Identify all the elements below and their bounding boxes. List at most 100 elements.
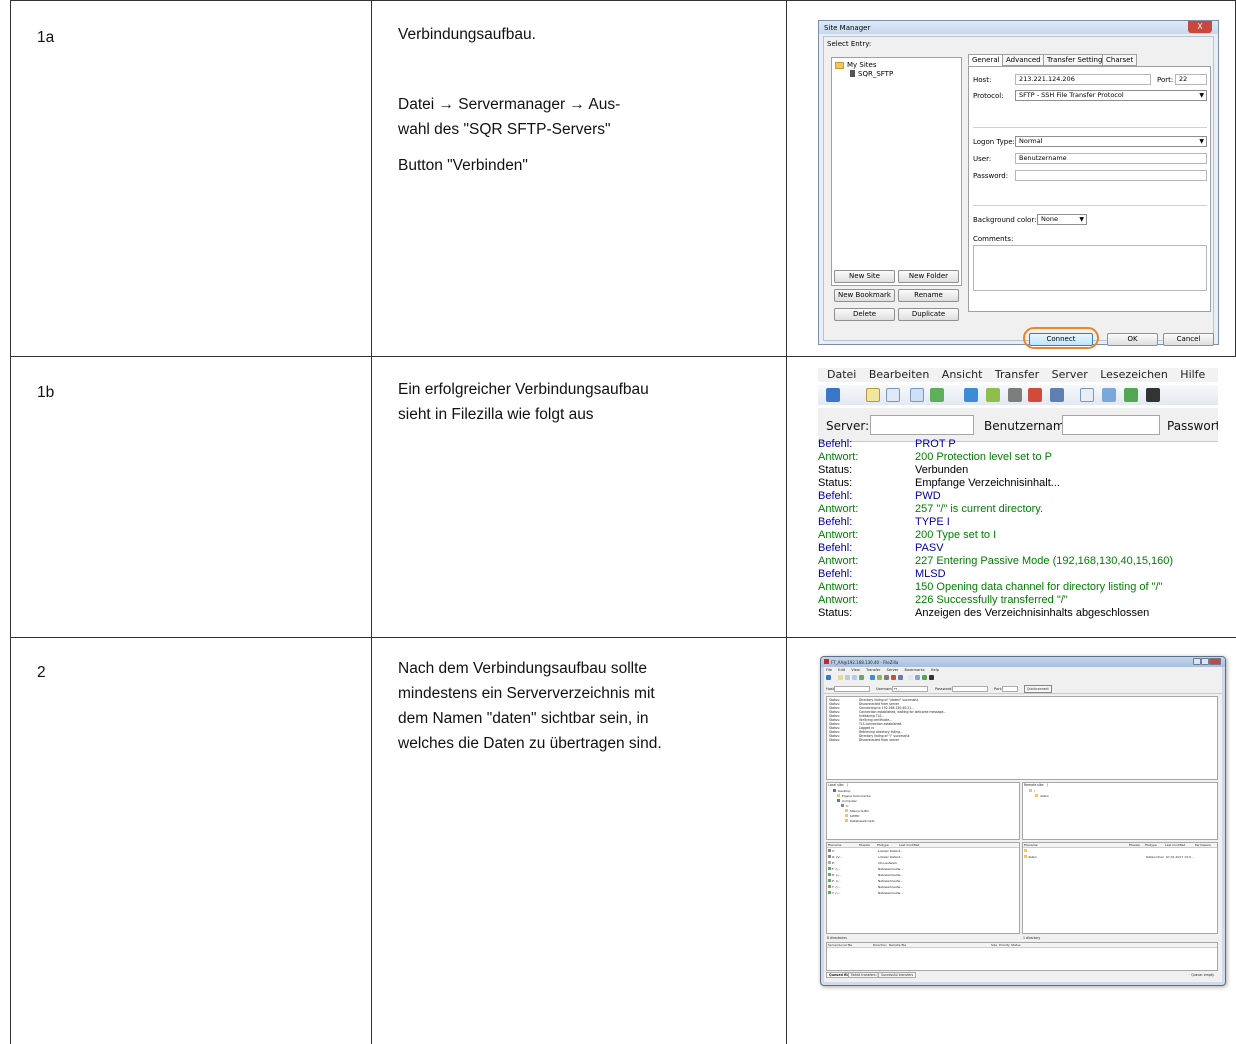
menu-item[interactable]: View: [851, 668, 860, 672]
new-folder-button[interactable]: New Folder: [898, 270, 959, 283]
user-field[interactable]: Benutzername: [1015, 153, 1207, 164]
ok-button[interactable]: OK: [1107, 333, 1158, 346]
quickconnect-button[interactable]: Quickconnect: [1024, 685, 1052, 693]
table-row[interactable]: E: CD-Laufwerk: [828, 861, 1018, 866]
new-site-button[interactable]: New Site: [834, 270, 895, 283]
close-icon[interactable]: [1209, 658, 1221, 665]
message-log-icon[interactable]: [838, 675, 843, 680]
filter-icon[interactable]: [1080, 388, 1094, 402]
table-row[interactable]: ..: [1024, 849, 1216, 854]
menu-item[interactable]: File: [826, 668, 832, 672]
column-header[interactable]: Status: [1011, 943, 1021, 947]
port-field[interactable]: 22: [1175, 74, 1207, 85]
column-header[interactable]: Filesize: [1129, 843, 1140, 847]
menu-item[interactable]: Hilfe: [1180, 368, 1205, 381]
menu-item[interactable]: Help: [931, 668, 939, 672]
menu-item[interactable]: Ansicht: [942, 368, 983, 381]
menu-item[interactable]: Edit: [838, 668, 845, 672]
host-field[interactable]: 213.221.124.206: [1015, 74, 1151, 85]
compare-icon[interactable]: [915, 675, 920, 680]
refresh-icon[interactable]: [964, 388, 978, 402]
username-input[interactable]: FT_: [892, 686, 928, 692]
new-bookmark-button[interactable]: New Bookmark: [834, 289, 895, 302]
tab-transfer-settings[interactable]: Transfer Settings: [1043, 54, 1111, 66]
remote-tree-pane[interactable]: Remote site: / / daten: [1022, 782, 1218, 840]
column-header[interactable]: Filename: [1024, 843, 1038, 847]
minimize-icon[interactable]: [1193, 658, 1201, 665]
tab-successful-transfers[interactable]: Successful transfers: [878, 972, 917, 978]
cancel-icon[interactable]: [884, 675, 889, 680]
sync-browsing-icon[interactable]: [1124, 388, 1138, 402]
transfer-queue[interactable]: Server/Local file Direction Remote file …: [826, 942, 1218, 971]
site-manager-icon[interactable]: [826, 675, 831, 680]
message-log-icon[interactable]: [866, 388, 880, 402]
sync-browsing-icon[interactable]: [922, 675, 927, 680]
password-input[interactable]: [952, 686, 988, 692]
menu-item[interactable]: Lesezeichen: [1100, 368, 1168, 381]
local-tree-icon[interactable]: [845, 675, 850, 680]
remote-tree-icon[interactable]: [910, 388, 924, 402]
host-input[interactable]: [834, 686, 870, 692]
table-row[interactable]: F: (\... Netzwerklaufw...: [828, 867, 1018, 872]
table-row[interactable]: Y: (\... Netzwerklaufw...: [828, 891, 1018, 896]
close-button[interactable]: X: [1188, 21, 1212, 33]
column-header[interactable]: Direction: [873, 943, 887, 947]
connect-button[interactable]: Connect: [1029, 333, 1093, 346]
search-icon[interactable]: [929, 675, 934, 680]
remote-file-list[interactable]: Filename Filesize Filetype Last modified…: [1022, 842, 1218, 934]
table-row[interactable]: daten Dateiordner 07.01.2017 13:0...: [1024, 855, 1216, 860]
comments-field[interactable]: [973, 245, 1207, 291]
remote-tree-icon[interactable]: [852, 675, 857, 680]
disconnect-icon[interactable]: [891, 675, 896, 680]
column-header[interactable]: Last modified: [899, 843, 919, 847]
menu-item[interactable]: Bearbeiten: [869, 368, 929, 381]
column-header[interactable]: Last modified: [1165, 843, 1185, 847]
port-input[interactable]: [1002, 686, 1018, 692]
column-header[interactable]: Permission: [1195, 843, 1211, 847]
transfer-queue-icon[interactable]: [859, 675, 864, 680]
tree-root-label[interactable]: My Sites: [847, 61, 877, 69]
username-input[interactable]: [1062, 415, 1160, 435]
process-queue-icon[interactable]: [877, 675, 882, 680]
maximize-icon[interactable]: [1201, 658, 1209, 665]
protocol-select[interactable]: SFTP - SSH File Transfer Protocol ▼: [1015, 90, 1207, 101]
search-icon[interactable]: [1146, 388, 1160, 402]
local-tree-icon[interactable]: [886, 388, 900, 402]
tab-general[interactable]: General: [968, 54, 1004, 66]
reconnect-icon[interactable]: [898, 675, 903, 680]
process-queue-icon[interactable]: [986, 388, 1000, 402]
server-input[interactable]: [870, 415, 974, 435]
tab-advanced[interactable]: Advanced: [1002, 54, 1045, 66]
cancel-icon[interactable]: [1008, 388, 1022, 402]
table-row[interactable]: P: (\... Netzwerklaufw...: [828, 879, 1018, 884]
reconnect-icon[interactable]: [1050, 388, 1064, 402]
logon-type-select[interactable]: Normal ▼: [1015, 136, 1207, 147]
site-manager-icon[interactable]: [826, 388, 840, 402]
filter-icon[interactable]: [908, 675, 913, 680]
refresh-icon[interactable]: [870, 675, 875, 680]
column-header[interactable]: Priority: [999, 943, 1010, 947]
disconnect-icon[interactable]: [1028, 388, 1042, 402]
menu-item[interactable]: Transfer: [866, 668, 880, 672]
background-color-select[interactable]: None ▼: [1037, 214, 1087, 225]
menu-item[interactable]: Server: [1052, 368, 1088, 381]
rename-button[interactable]: Rename: [898, 289, 959, 302]
table-row[interactable]: C: Lokaler Datent...: [828, 849, 1018, 854]
transfer-queue-icon[interactable]: [930, 388, 944, 402]
duplicate-button[interactable]: Duplicate: [898, 308, 959, 321]
table-row[interactable]: T: (\... Netzwerklaufw...: [828, 885, 1018, 890]
column-header[interactable]: Size: [991, 943, 997, 947]
table-row[interactable]: D: (V... Lokaler Datent...: [828, 855, 1018, 860]
password-field[interactable]: [1015, 170, 1207, 181]
menu-item[interactable]: Transfer: [995, 368, 1039, 381]
column-header[interactable]: Remote file: [889, 943, 906, 947]
menu-item[interactable]: Bookmarks: [905, 668, 925, 672]
menu-item[interactable]: Datei: [827, 368, 856, 381]
cancel-button[interactable]: Cancel: [1163, 333, 1214, 346]
column-header[interactable]: Filetype: [877, 843, 889, 847]
site-tree[interactable]: My Sites SQR_SFTP: [831, 57, 962, 286]
local-file-list[interactable]: Filename Filesize Filetype Last modified…: [826, 842, 1020, 934]
compare-icon[interactable]: [1102, 388, 1116, 402]
column-header[interactable]: Filetype: [1145, 843, 1157, 847]
menu-item[interactable]: Server: [887, 668, 899, 672]
